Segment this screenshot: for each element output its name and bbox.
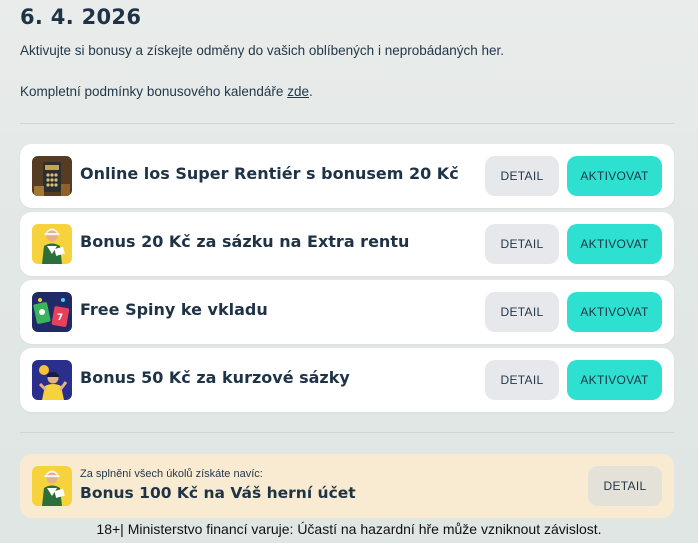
offer-title: Bonus 50 Kč za kurzové sázky [80,368,350,387]
terms-link[interactable]: zde [287,84,309,99]
top-divider [20,123,674,124]
offer-title: Online los Super Rentiér s bonusem 20 Kč [80,164,459,183]
offer-card-free-spiny: 7 Free Spiny ke vkladu DETAIL AKTIVOVAT [20,280,674,344]
activate-button[interactable]: AKTIVOVAT [567,156,662,196]
detail-button[interactable]: DETAIL [485,360,559,400]
slot-machine-icon: 7 [32,292,72,332]
offer-title: Free Spiny ke vkladu [80,300,268,319]
detail-button[interactable]: DETAIL [485,224,559,264]
terms-text: Kompletní podmínky bonusového kalendáře … [20,84,313,99]
gambling-warning: 18+| Ministerstvo financí varuje: Účastí… [96,521,602,537]
offer-card-extra-renta: Bonus 20 Kč za sázku na Extra rentu DETA… [20,212,674,276]
terms-suffix: . [308,84,313,99]
lottery-player-icon [32,224,72,264]
extra-bonus-card: Za splnění všech úkolů získáte navíc: Bo… [20,454,674,518]
bonus-title: Bonus 100 Kč na Váš herní účet [80,484,356,502]
page-date: 6. 4. 2026 [20,5,142,29]
offer-title: Bonus 20 Kč za sázku na Extra rentu [80,232,410,251]
sports-fan-icon [32,360,72,400]
activate-button[interactable]: AKTIVOVAT [567,224,662,264]
intro-text: Aktivujte si bonusy a získejte odměny do… [20,43,505,58]
offer-card-super-rentier: Online los Super Rentiér s bonusem 20 Kč… [20,144,674,208]
activate-button[interactable]: AKTIVOVAT [567,360,662,400]
scratch-ticket-icon [32,156,72,196]
svg-text:7: 7 [57,313,63,323]
offer-card-kurzove-sazky: Bonus 50 Kč za kurzové sázky DETAIL AKTI… [20,348,674,412]
bottom-divider [20,432,674,433]
activate-button[interactable]: AKTIVOVAT [567,292,662,332]
lottery-player-icon [32,466,72,506]
bonus-detail-button[interactable]: DETAIL [588,466,662,506]
terms-prefix: Kompletní podmínky bonusového kalendáře [20,84,288,99]
detail-button[interactable]: DETAIL [485,156,559,196]
detail-button[interactable]: DETAIL [485,292,559,332]
bonus-subtitle: Za splnění všech úkolů získáte navíc: [80,468,263,480]
